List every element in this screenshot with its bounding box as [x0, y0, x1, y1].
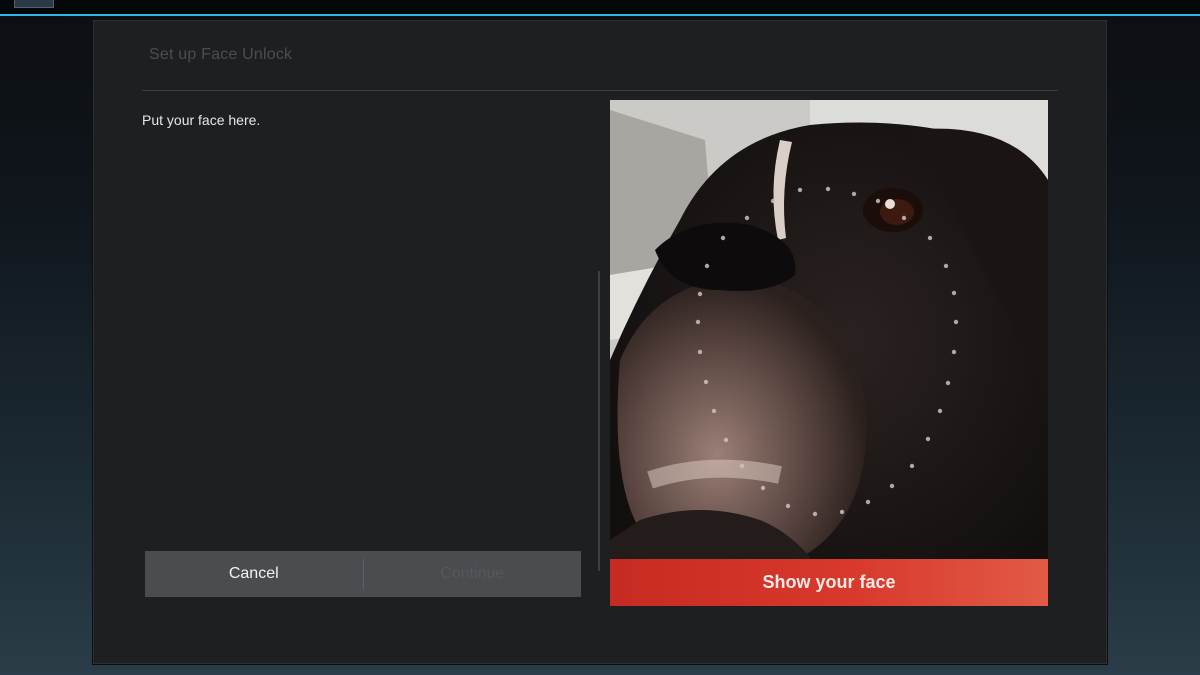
camera-preview-image: [610, 100, 1048, 606]
continue-button[interactable]: Continue: [364, 551, 582, 597]
face-detection-status-banner: Show your face: [610, 559, 1048, 606]
title-divider: [142, 90, 1058, 91]
camera-preview-frame: Show your face: [610, 100, 1048, 606]
recent-app-thumbnail[interactable]: [14, 0, 54, 8]
face-unlock-setup-dialog: Set up Face Unlock Put your face here. S…: [93, 20, 1107, 664]
instruction-text: Put your face here.: [142, 112, 261, 128]
button-bar: Cancel Continue: [145, 551, 581, 597]
cancel-button[interactable]: Cancel: [145, 551, 363, 597]
dialog-title: Set up Face Unlock: [149, 46, 293, 63]
status-bar: [0, 0, 1200, 16]
screen: Set up Face Unlock Put your face here. S…: [0, 0, 1200, 675]
status-text: Show your face: [762, 572, 896, 592]
camera-frame-edge: [598, 271, 600, 571]
